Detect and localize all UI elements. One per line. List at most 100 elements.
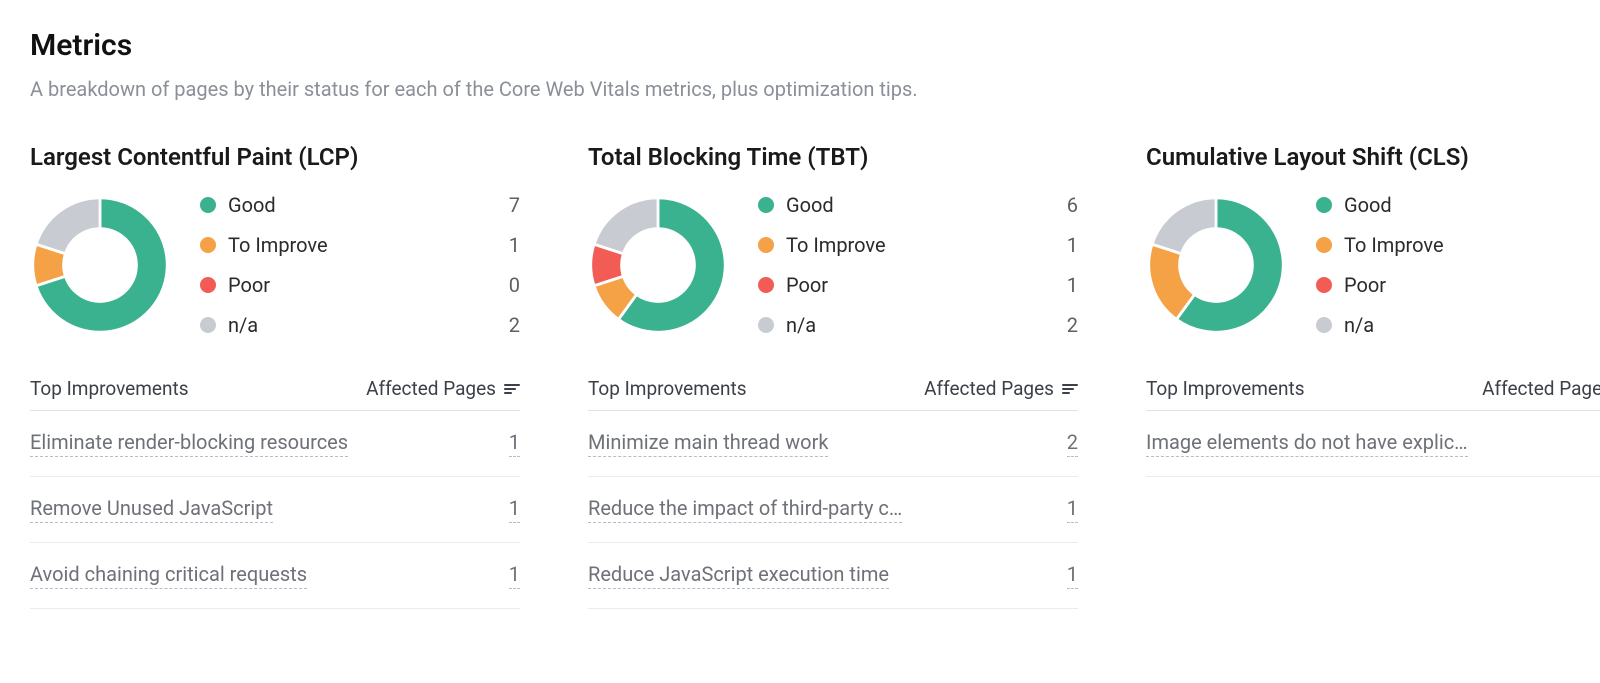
- swatch-poor-icon: [1316, 277, 1332, 293]
- col-affected-pages[interactable]: Affected Pages: [1482, 377, 1600, 400]
- legend-label: Good: [786, 193, 1058, 217]
- donut-segment-na: [1152, 198, 1216, 254]
- improvement-count: 1: [1067, 562, 1078, 589]
- chart-row: Good7To Improve1Poor0n/a2: [30, 193, 520, 337]
- legend-label: Poor: [228, 273, 500, 297]
- donut-segment-na: [36, 198, 100, 254]
- improvement-count: 1: [1067, 496, 1078, 523]
- improvements-list: Minimize main thread work 2 Reduce the imp…: [588, 411, 1078, 609]
- col-affected-pages-label: Affected Pages: [366, 377, 496, 400]
- swatch-good-icon: [758, 197, 774, 213]
- legend-row-poor: Poor0: [200, 273, 520, 297]
- col-affected-pages-label: Affected Pages: [1482, 377, 1600, 400]
- card-title: Cumulative Layout Shift (CLS): [1146, 143, 1600, 171]
- legend-row-good: Good6: [1316, 193, 1600, 217]
- legend-row-to_improve: To Improve1: [200, 233, 520, 257]
- legend-label: Poor: [786, 273, 1058, 297]
- col-top-improvements[interactable]: Top Improvements: [1146, 377, 1305, 400]
- improvements-header: Top Improvements Affected Pages: [1146, 367, 1600, 411]
- legend-label: n/a: [228, 313, 500, 337]
- improvement-label: Reduce JavaScript execution time: [588, 562, 889, 589]
- improvement-label: Minimize main thread work: [588, 430, 828, 457]
- page-title: Metrics: [30, 28, 1570, 63]
- improvement-row[interactable]: Minimize main thread work 2: [588, 411, 1078, 477]
- legend-label: Good: [1344, 193, 1600, 217]
- improvements-header: Top Improvements Affected Pages: [30, 367, 520, 411]
- legend-value: 0: [500, 273, 520, 297]
- swatch-na-icon: [1316, 317, 1332, 333]
- metric-card: Largest Contentful Paint (LCP)Good7To Im…: [30, 143, 520, 609]
- swatch-to_improve-icon: [758, 237, 774, 253]
- swatch-to_improve-icon: [1316, 237, 1332, 253]
- col-top-improvements[interactable]: Top Improvements: [30, 377, 189, 400]
- improvement-count: 1: [509, 562, 520, 589]
- legend-row-good: Good7: [200, 193, 520, 217]
- donut-segment-na: [594, 198, 658, 254]
- legend-row-good: Good6: [758, 193, 1078, 217]
- improvement-row[interactable]: Reduce the impact of third-party c… 1: [588, 477, 1078, 543]
- improvement-count: 2: [1067, 430, 1078, 457]
- legend-label: To Improve: [1344, 233, 1600, 257]
- sort-desc-icon: [1062, 384, 1078, 394]
- legend-row-to_improve: To Improve2: [1316, 233, 1600, 257]
- legend-value: 7: [500, 193, 520, 217]
- swatch-poor-icon: [758, 277, 774, 293]
- legend-value: 1: [1058, 273, 1078, 297]
- metrics-page: Metrics A breakdown of pages by their st…: [0, 0, 1600, 637]
- chart-row: Good6To Improve1Poor1n/a2: [588, 193, 1078, 337]
- improvement-row[interactable]: Reduce JavaScript execution time 1: [588, 543, 1078, 609]
- improvement-label: Remove Unused JavaScript: [30, 496, 273, 523]
- legend-label: Good: [228, 193, 500, 217]
- card-title: Total Blocking Time (TBT): [588, 143, 1078, 171]
- metric-card: Cumulative Layout Shift (CLS) Good6 To Imp…: [1146, 143, 1600, 609]
- col-top-improvements[interactable]: Top Improvements: [588, 377, 747, 400]
- improvement-row[interactable]: Remove Unused JavaScript 1: [30, 477, 520, 543]
- improvement-row[interactable]: Eliminate render-blocking resources 1: [30, 411, 520, 477]
- legend-row-poor: Poor0: [1316, 273, 1600, 297]
- metric-card: Total Blocking Time (TBT) Good6 To Improve…: [588, 143, 1078, 609]
- improvement-label: Image elements do not have explic…: [1146, 430, 1468, 457]
- legend-label: n/a: [786, 313, 1058, 337]
- legend: Good6To Improve1Poor1n/a2: [758, 193, 1078, 337]
- improvements-list: Image elements do not have explic…2: [1146, 411, 1600, 477]
- legend-row-poor: Poor1: [758, 273, 1078, 297]
- legend-label: To Improve: [228, 233, 500, 257]
- page-subtitle: A breakdown of pages by their status for…: [30, 77, 1570, 101]
- improvement-label: Avoid chaining critical requests: [30, 562, 307, 589]
- swatch-good-icon: [1316, 197, 1332, 213]
- legend: Good6 To Improve2 Poor0 n/a2: [1316, 193, 1600, 337]
- col-affected-pages[interactable]: Affected Pages: [366, 377, 520, 400]
- legend: Good7To Improve1Poor0n/a2: [200, 193, 520, 337]
- swatch-na-icon: [758, 317, 774, 333]
- improvement-count: 1: [509, 496, 520, 523]
- improvement-row[interactable]: Avoid chaining critical requests 1: [30, 543, 520, 609]
- legend-value: 6: [1058, 193, 1078, 217]
- improvements-header: Top Improvements Affected Pages: [588, 367, 1078, 411]
- legend-label: Poor: [1344, 273, 1600, 297]
- legend-value: 2: [1058, 313, 1078, 337]
- chart-row: Good6 To Improve2 Poor0 n/a2: [1146, 193, 1600, 337]
- donut-chart: [1146, 195, 1286, 335]
- improvement-row[interactable]: Image elements do not have explic…2: [1146, 411, 1600, 477]
- donut-chart: [588, 195, 728, 335]
- sort-desc-icon: [504, 384, 520, 394]
- card-title: Largest Contentful Paint (LCP): [30, 143, 520, 171]
- col-affected-pages[interactable]: Affected Pages: [924, 377, 1078, 400]
- legend-row-to_improve: To Improve1: [758, 233, 1078, 257]
- swatch-to_improve-icon: [200, 237, 216, 253]
- col-affected-pages-label: Affected Pages: [924, 377, 1054, 400]
- legend-row-na: n/a2: [758, 313, 1078, 337]
- metric-cards: Largest Contentful Paint (LCP)Good7To Im…: [30, 143, 1570, 609]
- legend-value: 1: [1058, 233, 1078, 257]
- swatch-good-icon: [200, 197, 216, 213]
- legend-row-na: n/a2: [1316, 313, 1600, 337]
- swatch-poor-icon: [200, 277, 216, 293]
- legend-value: 2: [500, 313, 520, 337]
- donut-chart: [30, 195, 170, 335]
- improvements-list: Eliminate render-blocking resources1Remo…: [30, 411, 520, 609]
- improvement-label: Eliminate render-blocking resources: [30, 430, 348, 457]
- improvement-count: 1: [509, 430, 520, 457]
- legend-label: n/a: [1344, 313, 1600, 337]
- legend-row-na: n/a2: [200, 313, 520, 337]
- improvement-label: Reduce the impact of third-party c…: [588, 496, 902, 523]
